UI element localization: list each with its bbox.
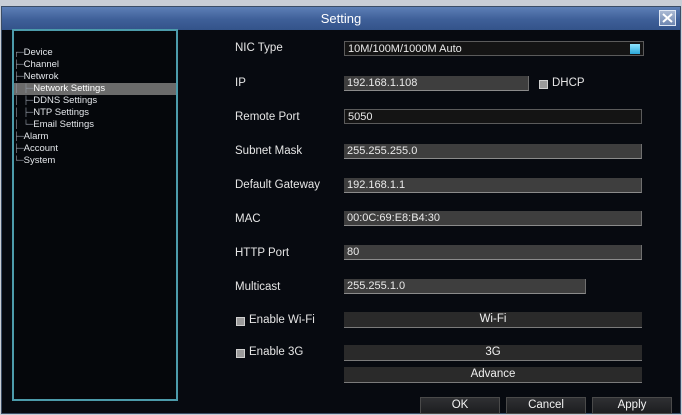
enable-wifi-checkbox[interactable] bbox=[236, 317, 245, 326]
close-icon bbox=[662, 13, 673, 23]
chevron-down-icon[interactable] bbox=[630, 44, 640, 54]
cancel-button[interactable]: Cancel bbox=[506, 397, 586, 414]
remote-port-field[interactable]: 5050 bbox=[344, 109, 642, 124]
http-port-field[interactable]: 80 bbox=[344, 245, 642, 260]
mac-label: MAC bbox=[235, 213, 261, 225]
dhcp-label: DHCP bbox=[552, 77, 585, 89]
http-port-label: HTTP Port bbox=[235, 247, 290, 259]
tree-item-network-settings[interactable]: │ ├─Network Settings bbox=[14, 83, 176, 95]
mac-field: 00:0C:69:E8:B4:30 bbox=[344, 211, 642, 226]
dhcp-checkbox[interactable] bbox=[539, 80, 548, 89]
nic-type-select[interactable]: 10M/100M/1000M Auto bbox=[344, 41, 644, 56]
tree-item-device[interactable]: ┌─Device bbox=[14, 47, 53, 59]
nic-type-label: NIC Type bbox=[235, 42, 283, 54]
subnet-mask-label: Subnet Mask bbox=[235, 145, 303, 157]
enable-wifi-label: Enable Wi-Fi bbox=[249, 314, 315, 326]
tree-item-ntp-settings[interactable]: │ ├─NTP Settings bbox=[14, 107, 89, 119]
tree-item-email-settings[interactable]: │ └─Email Settings bbox=[14, 119, 94, 131]
settings-tree: ┌─Device ├─Channel ├─Netwrok │ ├─Network… bbox=[12, 29, 178, 401]
tree-item-alarm[interactable]: ├─Alarm bbox=[14, 131, 48, 143]
tree-item-system[interactable]: └─System bbox=[14, 155, 55, 167]
apply-button[interactable]: Apply bbox=[592, 397, 672, 414]
tree-item-channel[interactable]: ├─Channel bbox=[14, 59, 59, 71]
tree-item-network[interactable]: ├─Netwrok bbox=[14, 71, 58, 83]
enable-3g-label: Enable 3G bbox=[249, 346, 304, 358]
3g-button[interactable]: 3G bbox=[344, 345, 642, 361]
ip-field[interactable]: 192.168.1.108 bbox=[344, 76, 529, 91]
nic-type-value: 10M/100M/1000M Auto bbox=[348, 43, 462, 55]
default-gateway-label: Default Gateway bbox=[235, 179, 321, 191]
window-title: Setting bbox=[320, 11, 362, 26]
multicast-label: Multicast bbox=[235, 281, 281, 293]
tree-item-account[interactable]: ├─Account bbox=[14, 143, 58, 155]
title-bar: Setting bbox=[2, 7, 680, 30]
enable-3g-checkbox[interactable] bbox=[236, 349, 245, 358]
wifi-button[interactable]: Wi-Fi bbox=[344, 312, 642, 328]
default-gateway-field[interactable]: 192.168.1.1 bbox=[344, 178, 642, 193]
advance-button[interactable]: Advance bbox=[344, 367, 642, 383]
multicast-field[interactable]: 255.255.1.0 bbox=[344, 279, 586, 294]
subnet-mask-field[interactable]: 255.255.255.0 bbox=[344, 144, 642, 159]
close-button[interactable] bbox=[659, 10, 676, 26]
tree-item-ddns-settings[interactable]: │ ├─DDNS Settings bbox=[14, 95, 97, 107]
remote-port-label: Remote Port bbox=[235, 111, 300, 123]
ok-button[interactable]: OK bbox=[420, 397, 500, 414]
ip-label: IP bbox=[235, 77, 246, 89]
settings-window: Setting ┌─Device ├─Channel ├─Netwrok │ ├… bbox=[1, 6, 681, 414]
